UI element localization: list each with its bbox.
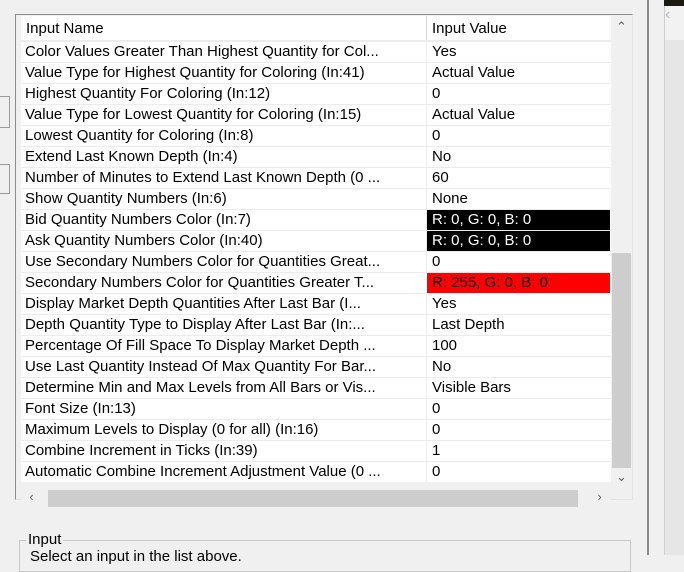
input-name-cell: Show Quantity Numbers (In:6) (21, 189, 427, 209)
table-row[interactable]: Extend Last Known Depth (In:4) No (21, 147, 611, 168)
input-name-cell: Font Size (In:13) (21, 399, 427, 419)
input-name-cell: Determine Min and Max Levels from All Ba… (21, 378, 427, 398)
input-name-cell: Ask Quantity Numbers Color (In:40) (21, 231, 427, 251)
vertical-scroll-thumb[interactable] (612, 253, 631, 468)
input-value-cell[interactable]: 0 (427, 399, 611, 419)
inputs-list[interactable]: Input Name Input Value Color Values Grea… (15, 14, 633, 509)
scroll-left-icon[interactable]: ‹ (21, 489, 42, 504)
input-name-cell: Automatic Combine Increment Adjustment V… (21, 462, 427, 482)
table-row[interactable]: Bid Quantity Numbers Color (In:7) R: 0, G… (21, 210, 611, 231)
input-groupbox: Input Select an input in the list above. (19, 531, 631, 572)
scroll-down-icon[interactable]: ⌄ (611, 469, 632, 485)
left-panel-edge (0, 164, 10, 194)
input-name-cell: Combine Increment in Ticks (In:39) (21, 441, 427, 461)
input-value-cell[interactable]: Last Depth (427, 315, 611, 335)
table-row[interactable]: Show Quantity Numbers (In:6) None (21, 189, 611, 210)
table-row[interactable]: Maximum Levels to Display (0 for all) (I… (21, 420, 611, 441)
table-row[interactable]: Depth Quantity Type to Display After Las… (21, 315, 611, 336)
input-description: Select an input in the list above. (30, 548, 242, 565)
table-row[interactable]: Ask Quantity Numbers Color (In:40) R: 0, … (21, 231, 611, 252)
input-name-cell: Percentage Of Fill Space To Display Mark… (21, 336, 427, 356)
input-value-cell[interactable]: 1 (427, 441, 611, 461)
table-row[interactable]: Combine Increment in Ticks (In:39) 1 (21, 441, 611, 462)
input-value-cell[interactable]: Yes (427, 294, 611, 314)
input-name-cell: Value Type for Highest Quantity for Colo… (21, 63, 427, 83)
inputs-grid: Input Name Input Value Color Values Grea… (21, 16, 611, 482)
back-chevron-icon[interactable]: ‹ (665, 6, 684, 40)
input-value-cell[interactable]: Visible Bars (427, 378, 611, 398)
horizontal-scroll-thumb[interactable] (48, 490, 578, 507)
input-value-cell[interactable]: R: 255, G: 0, B: 0 (427, 273, 610, 293)
input-name-cell: Secondary Numbers Color for Quantities G… (21, 273, 427, 293)
column-header-input-name[interactable]: Input Name (21, 16, 427, 40)
input-value-cell[interactable]: 0 (427, 462, 611, 482)
input-value-cell[interactable]: 0 (427, 420, 611, 440)
input-name-cell: Use Secondary Numbers Color for Quantiti… (21, 252, 427, 272)
input-value-cell[interactable]: Yes (427, 42, 611, 62)
table-row[interactable]: Number of Minutes to Extend Last Known D… (21, 168, 611, 189)
input-group-label: Input (26, 531, 64, 548)
input-name-cell: Extend Last Known Depth (In:4) (21, 147, 427, 167)
input-value-cell[interactable]: None (427, 189, 611, 209)
input-value-cell[interactable]: 0 (427, 126, 611, 146)
input-name-cell: Lowest Quantity for Coloring (In:8) (21, 126, 427, 146)
input-name-cell: Use Last Quantity Instead Of Max Quantit… (21, 357, 427, 377)
table-row[interactable]: Percentage Of Fill Space To Display Mark… (21, 336, 611, 357)
table-row[interactable]: Secondary Numbers Color for Quantities G… (21, 273, 611, 294)
input-name-cell: Value Type for Lowest Quantity for Color… (21, 105, 427, 125)
horizontal-scrollbar[interactable]: ‹ › (21, 488, 611, 509)
input-name-cell: Bid Quantity Numbers Color (In:7) (21, 210, 427, 230)
scroll-up-icon[interactable]: ⌃ (611, 19, 632, 35)
table-row[interactable]: Use Secondary Numbers Color for Quantiti… (21, 252, 611, 273)
table-row[interactable]: Value Type for Highest Quantity for Colo… (21, 63, 611, 84)
table-row[interactable]: Determine Min and Max Levels from All Ba… (21, 378, 611, 399)
input-value-cell[interactable]: No (427, 357, 611, 377)
column-header-input-value[interactable]: Input Value (427, 16, 507, 40)
table-row[interactable]: Value Type for Lowest Quantity for Color… (21, 105, 611, 126)
input-value-cell[interactable]: 0 (427, 84, 611, 104)
input-value-cell[interactable]: 60 (427, 168, 611, 188)
input-value-cell[interactable]: 0 (427, 252, 611, 272)
vertical-scrollbar[interactable]: ⌃ ⌄ (611, 15, 632, 487)
table-row[interactable]: Use Last Quantity Instead Of Max Quantit… (21, 357, 611, 378)
table-row[interactable]: Highest Quantity For Coloring (In:12) 0 (21, 84, 611, 105)
left-panel-edge (0, 96, 10, 128)
input-value-cell[interactable]: R: 0, G: 0, B: 0 (427, 231, 610, 251)
table-row[interactable]: Lowest Quantity for Coloring (In:8) 0 (21, 126, 611, 147)
input-value-cell[interactable]: R: 0, G: 0, B: 0 (427, 210, 610, 230)
table-row[interactable]: Color Values Greater Than Highest Quanti… (21, 42, 611, 63)
input-name-cell: Maximum Levels to Display (0 for all) (I… (21, 420, 427, 440)
splitter[interactable] (647, 0, 649, 555)
table-body: Color Values Greater Than Highest Quanti… (21, 42, 611, 482)
scroll-right-icon[interactable]: › (589, 489, 610, 504)
table-row[interactable]: Font Size (In:13) 0 (21, 399, 611, 420)
input-name-cell: Depth Quantity Type to Display After Las… (21, 315, 427, 335)
input-name-cell: Highest Quantity For Coloring (In:12) (21, 84, 427, 104)
input-value-cell[interactable]: Actual Value (427, 105, 611, 125)
input-value-cell[interactable]: Actual Value (427, 63, 611, 83)
input-value-cell[interactable]: 100 (427, 336, 611, 356)
table-row[interactable]: Automatic Combine Increment Adjustment V… (21, 462, 611, 482)
table-header: Input Name Input Value (21, 16, 611, 42)
input-name-cell: Number of Minutes to Extend Last Known D… (21, 168, 427, 188)
input-name-cell: Display Market Depth Quantities After La… (21, 294, 427, 314)
right-pane (664, 0, 684, 555)
input-value-cell[interactable]: No (427, 147, 611, 167)
table-row[interactable]: Display Market Depth Quantities After La… (21, 294, 611, 315)
input-name-cell: Color Values Greater Than Highest Quanti… (21, 42, 427, 62)
